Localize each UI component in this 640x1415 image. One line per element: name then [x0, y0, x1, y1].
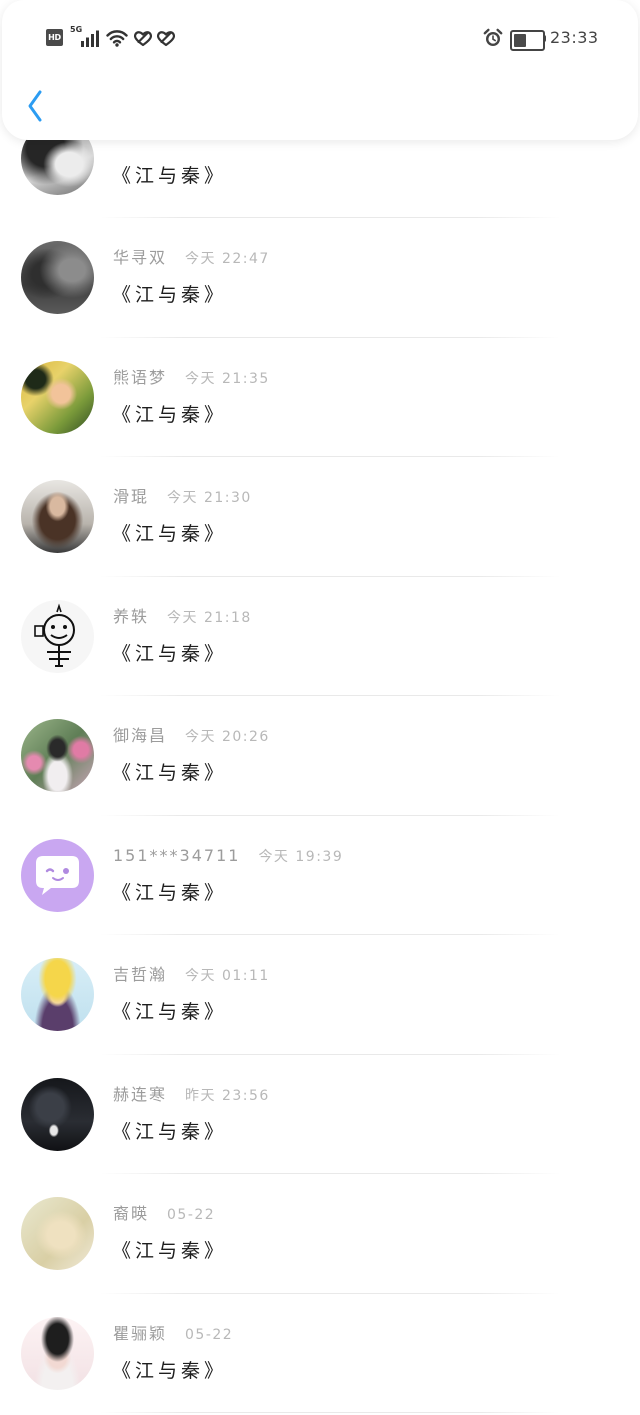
- item-title: 《江与秦》: [112, 762, 228, 784]
- timestamp: 今天 21:18: [167, 609, 252, 626]
- item-meta: 151***34711 今天 19:39: [113, 845, 343, 867]
- item-title: 《江与秦》: [112, 284, 228, 306]
- back-button[interactable]: [23, 87, 47, 125]
- timestamp: 昨天 23:56: [185, 1087, 270, 1104]
- item-title: 《江与秦》: [112, 1240, 228, 1262]
- avatar[interactable]: [21, 480, 94, 553]
- battery-fill: [514, 34, 527, 47]
- sender-name: 吉哲瀚: [113, 965, 168, 984]
- avatar[interactable]: [21, 241, 94, 314]
- item-meta: 吉哲瀚 今天 01:11: [113, 964, 270, 986]
- battery-nub: [543, 35, 546, 42]
- item-title: 《江与秦》: [112, 881, 228, 904]
- list-item[interactable]: 熊语梦 今天 21:35 《江与秦》: [0, 338, 640, 457]
- timestamp: 今天 19:39: [258, 848, 344, 865]
- item-meta: 熊语梦 今天 21:35: [113, 367, 270, 389]
- avatar[interactable]: [21, 1197, 94, 1270]
- wifi-icon: [106, 29, 128, 51]
- timestamp: 今天 20:26: [185, 729, 270, 745]
- sketch-figure-icon: [34, 602, 75, 667]
- hd-icon: HD: [46, 29, 63, 46]
- item-title: 《江与秦》: [112, 1359, 228, 1382]
- sender-name: 华寻双: [113, 248, 168, 267]
- list-item[interactable]: 瞿骊颖 05-22 《江与秦》: [0, 1294, 640, 1413]
- item-meta: 瞿骊颖 05-22: [113, 1323, 233, 1345]
- battery-icon: [510, 30, 545, 51]
- status-time: 23:33: [550, 28, 599, 47]
- heart-icon: [156, 30, 176, 51]
- timestamp: 今天 21:35: [185, 370, 270, 387]
- divider: [100, 1412, 560, 1413]
- sender-name: 裔暎: [113, 1204, 150, 1223]
- timestamp: 今天 21:30: [167, 490, 252, 506]
- list-item[interactable]: 赫连寒 昨天 23:56 《江与秦》: [0, 1055, 640, 1174]
- item-title: 《江与秦》: [112, 164, 228, 187]
- sender-name: 滑琨: [113, 487, 150, 506]
- avatar[interactable]: [21, 599, 94, 673]
- timestamp: 今天 22:47: [185, 251, 270, 267]
- timestamp: 今天 01:11: [185, 968, 270, 984]
- item-meta: 养轶 今天 21:18: [113, 606, 252, 628]
- timestamp: 05-22: [167, 1207, 216, 1223]
- item-meta: 御海昌 今天 20:26: [113, 725, 270, 747]
- header-bar: HD 5G 23:33: [2, 0, 638, 140]
- avatar[interactable]: [21, 1077, 94, 1151]
- list-item[interactable]: 御海昌 今天 20:26 《江与秦》: [0, 696, 640, 816]
- item-title: 《江与秦》: [112, 642, 228, 665]
- sender-name: 御海昌: [113, 726, 168, 745]
- sender-name: 熊语梦: [113, 367, 168, 387]
- battery-body: [514, 34, 541, 47]
- item-meta: 赫连寒 昨天 23:56: [113, 1084, 270, 1106]
- chat-bubble-icon: [36, 855, 79, 895]
- item-title: 《江与秦》: [112, 1001, 228, 1023]
- sender-name: 养轶: [113, 606, 150, 626]
- item-title: 《江与秦》: [112, 1120, 228, 1143]
- list-item[interactable]: 养轶 今天 21:18 《江与秦》: [0, 577, 640, 696]
- item-meta: 滑琨 今天 21:30: [113, 486, 252, 508]
- alarm-icon: [483, 28, 503, 52]
- signal-icon: [81, 30, 100, 51]
- heart-icon: [133, 30, 153, 51]
- message-list: 《江与秦》 华寻双 今天 22:47 《江与秦》 熊语梦 今天 21:35 《江与秦…: [0, 99, 640, 1413]
- avatar[interactable]: [21, 838, 94, 912]
- list-item[interactable]: 裔暎 05-22 《江与秦》: [0, 1174, 640, 1294]
- timestamp: 05-22: [185, 1326, 234, 1343]
- sender-name: 赫连寒: [113, 1084, 168, 1104]
- sender-name: 151***34711: [113, 845, 241, 865]
- avatar[interactable]: [21, 360, 94, 434]
- list-item[interactable]: 吉哲瀚 今天 01:11 《江与秦》: [0, 935, 640, 1055]
- sender-name: 瞿骊颖: [113, 1323, 168, 1343]
- avatar[interactable]: [21, 1316, 94, 1390]
- list-item[interactable]: 151***34711 今天 19:39 《江与秦》: [0, 816, 640, 935]
- avatar[interactable]: [21, 719, 94, 792]
- item-title: 《江与秦》: [112, 523, 228, 545]
- chevron-left-icon: [28, 90, 42, 122]
- item-title: 《江与秦》: [112, 403, 228, 426]
- list-item[interactable]: 华寻双 今天 22:47 《江与秦》: [0, 218, 640, 338]
- item-meta: 华寻双 今天 22:47: [113, 247, 270, 269]
- list-item[interactable]: 滑琨 今天 21:30 《江与秦》: [0, 457, 640, 577]
- item-meta: 裔暎 05-22: [113, 1203, 215, 1225]
- avatar[interactable]: [21, 958, 94, 1031]
